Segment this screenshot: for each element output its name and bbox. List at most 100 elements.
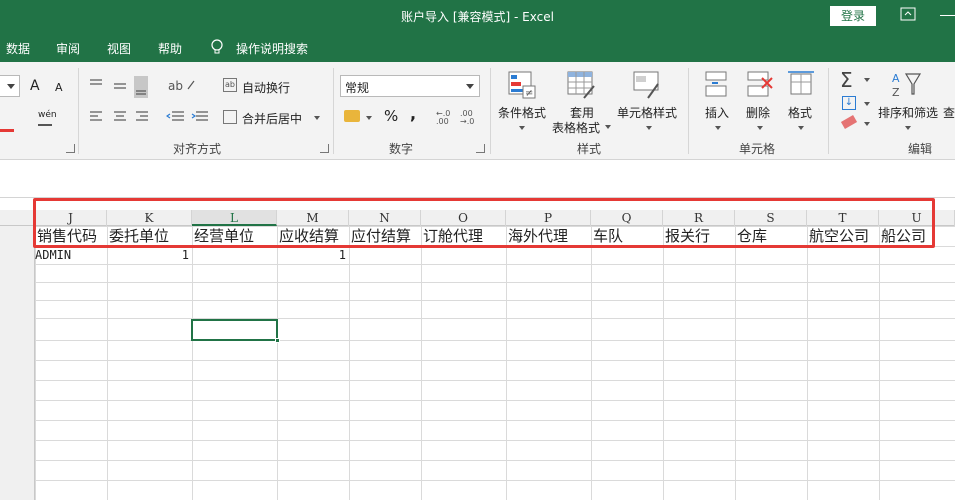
merge-center-icon[interactable]	[223, 110, 237, 124]
data-cell-l[interactable]	[192, 245, 277, 265]
window-title: 账户导入 [兼容模式] - Excel	[401, 10, 554, 24]
phonetic-guide-button[interactable]: wén	[38, 110, 57, 120]
autosum-icon[interactable]: Σ	[840, 68, 853, 92]
cell-styles-dropdown-icon[interactable]	[646, 126, 652, 130]
format-cells-button[interactable]: 格式	[788, 104, 812, 121]
comma-button[interactable]: ,	[410, 104, 416, 123]
currency-dropdown-icon[interactable]	[366, 116, 372, 120]
increase-decimal-icon[interactable]: ←.0.00	[436, 110, 450, 126]
sort-filter-button[interactable]: 排序和筛选	[878, 104, 938, 121]
fill-handle[interactable]	[275, 338, 280, 343]
merge-center-button[interactable]: 合并后居中	[242, 110, 302, 127]
cell-styles-icon[interactable]	[632, 70, 662, 100]
conditional-formatting-button[interactable]: 条件格式	[498, 104, 546, 121]
conditional-formatting-dropdown-icon[interactable]	[519, 126, 525, 130]
number-format-dropdown[interactable]: 常规	[340, 75, 480, 97]
group-separator	[78, 68, 79, 154]
format-cells-icon[interactable]	[787, 70, 815, 100]
delete-dropdown-icon[interactable]	[757, 126, 763, 130]
conditional-formatting-icon[interactable]: ≠	[507, 70, 537, 100]
clear-dropdown-icon[interactable]	[864, 122, 870, 126]
wrap-text-icon[interactable]: ab	[223, 78, 237, 92]
horizontal-align-icons[interactable]	[88, 110, 150, 124]
gridline	[735, 226, 736, 500]
data-cell-m[interactable]: 1	[277, 245, 349, 265]
gridline	[35, 318, 955, 319]
format-as-table-label-2[interactable]: 表格格式	[552, 119, 600, 136]
currency-icon[interactable]	[344, 110, 360, 122]
number-dialog-launcher-icon[interactable]	[476, 144, 485, 153]
format-as-table-icon[interactable]	[566, 70, 596, 100]
insert-cells-button[interactable]: 插入	[705, 104, 729, 121]
title-bar: 账户导入 [兼容模式] - Excel 登录	[0, 0, 955, 32]
tab-view[interactable]: 视图	[107, 40, 131, 57]
svg-text:A: A	[892, 72, 900, 85]
tab-help[interactable]: 帮助	[158, 40, 182, 57]
gridline	[506, 226, 507, 500]
number-format-value: 常规	[345, 81, 370, 95]
data-cell-t[interactable]	[807, 245, 879, 265]
data-cell-q[interactable]	[591, 245, 663, 265]
font-size-dropdown[interactable]	[0, 75, 20, 97]
gridline	[35, 226, 36, 500]
worksheet-grid[interactable]: JKLMNOPQRSTU 销售代码 委托单位 经营单位 应收结算 应付结算 订舱代理 海外代…	[0, 198, 955, 500]
data-cell-r[interactable]	[663, 245, 735, 265]
clear-icon[interactable]	[840, 115, 858, 129]
format-as-table-dropdown-icon[interactable]	[605, 125, 611, 129]
gridline	[807, 226, 808, 500]
orientation-icon[interactable]: ab	[168, 77, 198, 93]
vertical-align-icons[interactable]	[88, 76, 148, 98]
fill-icon[interactable]: ↓	[842, 96, 856, 110]
gridline	[349, 226, 350, 500]
data-cell-k[interactable]: 1	[107, 245, 192, 265]
grow-font-button[interactable]: A	[30, 78, 40, 94]
decrease-decimal-icon[interactable]: .00 →.0	[460, 110, 474, 126]
login-button[interactable]: 登录	[830, 6, 876, 26]
data-cell-j[interactable]: ADMIN	[35, 245, 107, 265]
data-cell-o[interactable]	[421, 245, 506, 265]
data-cell-p[interactable]	[506, 245, 591, 265]
data-cell-u[interactable]	[879, 245, 955, 265]
find-select-button[interactable]: 查	[943, 104, 955, 121]
lightbulb-icon[interactable]	[210, 39, 224, 55]
group-separator	[688, 68, 689, 154]
wrap-text-button[interactable]: 自动换行	[242, 79, 290, 96]
ribbon-display-options-icon[interactable]	[900, 7, 916, 21]
minimize-icon[interactable]	[940, 15, 955, 16]
gridline	[35, 282, 955, 283]
fill-dropdown-icon[interactable]	[864, 102, 870, 106]
editing-group-label: 编辑	[908, 142, 933, 156]
tab-data[interactable]: 数据	[6, 40, 30, 57]
data-cell-n[interactable]	[349, 245, 421, 265]
gridline	[663, 226, 664, 500]
svg-text:ab: ab	[168, 79, 183, 93]
formula-bar-area[interactable]	[0, 160, 955, 198]
gridline	[35, 300, 955, 301]
indent-icons[interactable]	[166, 110, 210, 124]
delete-cells-button[interactable]: 删除	[746, 104, 770, 121]
gridline	[35, 440, 955, 441]
tab-review[interactable]: 审阅	[56, 40, 80, 57]
selected-cell[interactable]	[191, 319, 280, 343]
font-color-icon[interactable]	[0, 118, 14, 132]
sort-filter-dropdown-icon[interactable]	[905, 126, 911, 130]
insert-dropdown-icon[interactable]	[715, 126, 721, 130]
cell-styles-button[interactable]: 单元格样式	[617, 104, 677, 121]
insert-cells-icon[interactable]	[704, 70, 730, 100]
percent-button[interactable]: %	[384, 107, 398, 125]
autosum-dropdown-icon[interactable]	[864, 78, 870, 82]
data-cell-s[interactable]	[735, 245, 807, 265]
svg-text:≠: ≠	[525, 88, 533, 99]
tell-me-search[interactable]: 操作说明搜索	[236, 40, 308, 57]
delete-cells-icon[interactable]	[746, 70, 774, 100]
shrink-font-button[interactable]: A	[55, 81, 63, 94]
group-separator	[333, 68, 334, 154]
font-dialog-launcher-icon[interactable]	[66, 144, 75, 153]
gridline	[277, 226, 278, 500]
alignment-dialog-launcher-icon[interactable]	[320, 144, 329, 153]
gridline	[35, 460, 955, 461]
format-dropdown-icon[interactable]	[798, 126, 804, 130]
svg-text:Z: Z	[892, 86, 900, 99]
sort-filter-icon[interactable]: A Z	[890, 70, 924, 100]
merge-dropdown-icon[interactable]	[314, 116, 320, 120]
